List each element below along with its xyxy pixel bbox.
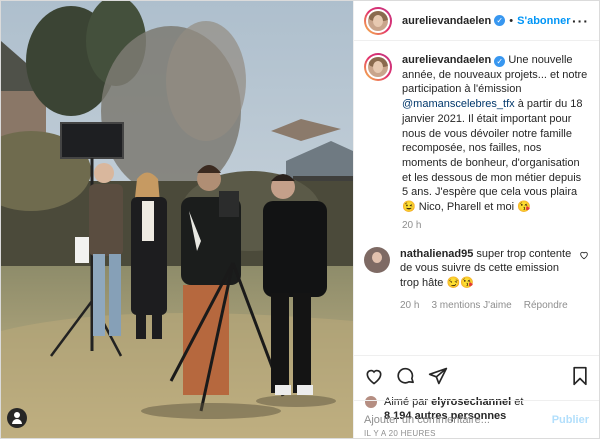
comment-text: nathalienad95 super trop contente de vou… [400,247,589,291]
comment-heart-icon[interactable] [579,250,589,260]
comment-bubble-icon[interactable] [396,366,416,386]
avatar[interactable] [364,6,392,35]
publish-button[interactable]: Publier [552,414,589,426]
tagged-user-icon[interactable] [7,408,27,428]
caption-username[interactable]: aurelievandaelen [402,54,491,66]
verified-icon: ✓ [494,15,506,26]
caption: aurelievandaelen ✓ Une nouvelle année, de… [364,53,589,231]
reply-button[interactable]: Répondre [524,300,568,311]
separator-dot: • [509,14,514,27]
more-options-icon[interactable]: ··· [572,13,589,29]
like-heart-icon[interactable] [364,366,384,386]
caption-avatar[interactable] [364,53,392,81]
comment-input[interactable] [364,413,552,426]
header-username[interactable]: aurelievandaelen [402,15,491,27]
post-sidebar: aurelievandaelen ✓ • S'abonner ··· aurel… [353,1,599,438]
comment-time[interactable]: 20 h [400,300,419,311]
action-bar [354,355,599,395]
post-photo[interactable] [1,1,353,438]
film-crew-photo [1,1,353,438]
caption-time[interactable]: 20 h [402,220,589,231]
comment-meta: 20 h 3 mentions J'aime Répondre [400,300,589,311]
share-paper-plane-icon[interactable] [428,366,448,386]
mention-link[interactable]: @mamanscelebres_tfx [402,98,515,110]
instagram-post: aurelievandaelen ✓ • S'abonner ··· aurel… [0,0,600,439]
follow-button[interactable]: S'abonner [517,15,570,27]
comments-section: aurelievandaelen ✓ Une nouvelle année, de… [354,41,599,355]
comment-avatar[interactable] [364,246,390,273]
comment-item: nathalienad95 super trop contente de vou… [364,246,589,311]
caption-text: aurelievandaelen ✓ Une nouvelle année, de… [402,53,589,215]
post-header: aurelievandaelen ✓ • S'abonner ··· [354,1,599,41]
verified-icon: ✓ [494,56,506,67]
bookmark-icon[interactable] [571,366,589,386]
caption-text-part: à partir du 18 janvier 2021. Il était im… [402,98,583,214]
comment-username[interactable]: nathalienad95 [400,248,473,260]
add-comment-bar: Publier [354,400,599,438]
comment-likes[interactable]: 3 mentions J'aime [431,300,511,311]
